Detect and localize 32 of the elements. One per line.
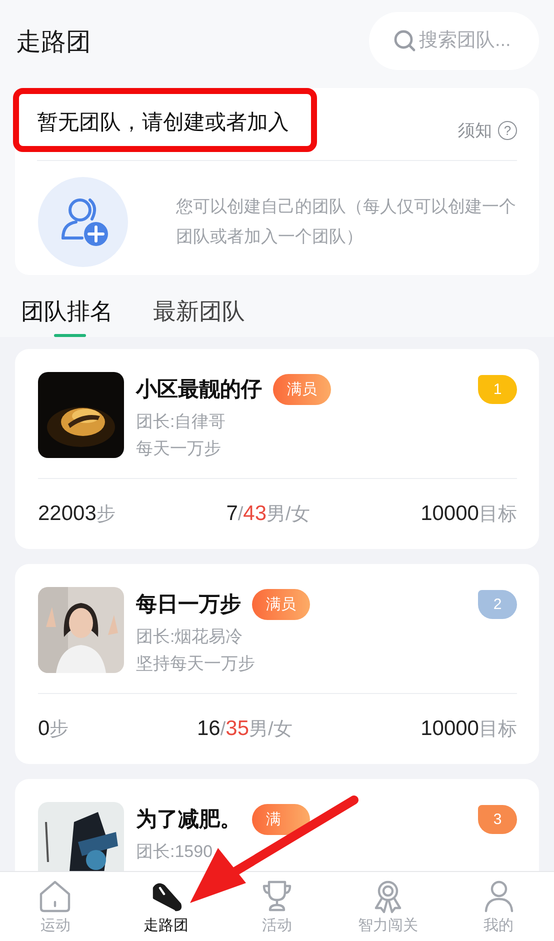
tab[interactable]: 团队排名 bbox=[21, 297, 113, 337]
page-title: 走路团 bbox=[15, 26, 91, 58]
step-goal: 10000目标 bbox=[420, 716, 517, 742]
gender-count: 7/43男/女 bbox=[226, 501, 310, 527]
tab[interactable]: 最新团队 bbox=[153, 297, 245, 337]
full-badge: 满 bbox=[252, 804, 310, 834]
description-text: 您可以创建自己的团队（每人仅可以创建一个团队或者加入一个团队） bbox=[176, 196, 517, 248]
team-leader: 团长:自律哥 bbox=[136, 411, 227, 433]
team-name: 小区最靓的仔 bbox=[136, 377, 262, 403]
search-icon bbox=[393, 29, 417, 53]
step-count: 0步 bbox=[38, 716, 69, 742]
search-field[interactable]: 搜索团队... bbox=[369, 12, 539, 70]
notice-heading: 暂无团队，请创建或者加入 bbox=[37, 111, 289, 134]
rank-badge: 1 bbox=[478, 375, 517, 404]
nav-tab[interactable]: 走路团 bbox=[116, 878, 216, 935]
step-count: 22003步 bbox=[38, 501, 116, 527]
team-leader: 团长:烟花易冷 bbox=[136, 626, 244, 648]
team-leader: 团长:1590 bbox=[136, 841, 214, 863]
add-team-icon[interactable] bbox=[38, 177, 128, 267]
team-card[interactable]: 每日一万步 满员 团长:烟花易冷 坚持每天一万步 2 0步 16/35男/女 10000目标 bbox=[15, 564, 539, 764]
step-goal: 10000目标 bbox=[420, 501, 517, 527]
team-card[interactable]: 为了减肥。 满 团长:1590 3 bbox=[15, 779, 539, 871]
rank-badge: 2 bbox=[478, 590, 517, 619]
full-badge: 满员 bbox=[273, 374, 331, 404]
gender-count: 16/35男/女 bbox=[197, 716, 292, 742]
full-badge: 满员 bbox=[252, 588, 310, 620]
team-name: 每日一万步 bbox=[136, 592, 241, 618]
team-slogan: 坚持每天一万步 bbox=[136, 653, 256, 675]
rank-badge: 3 bbox=[478, 805, 517, 834]
team-slogan: 每天一万步 bbox=[136, 438, 222, 460]
team-card[interactable]: 小区最靓的仔 满员 团长:自律哥 每天一万步 1 22003步 7/43男/女 10000目标 bbox=[15, 349, 539, 549]
team-name: 为了减肥。 bbox=[136, 807, 241, 833]
